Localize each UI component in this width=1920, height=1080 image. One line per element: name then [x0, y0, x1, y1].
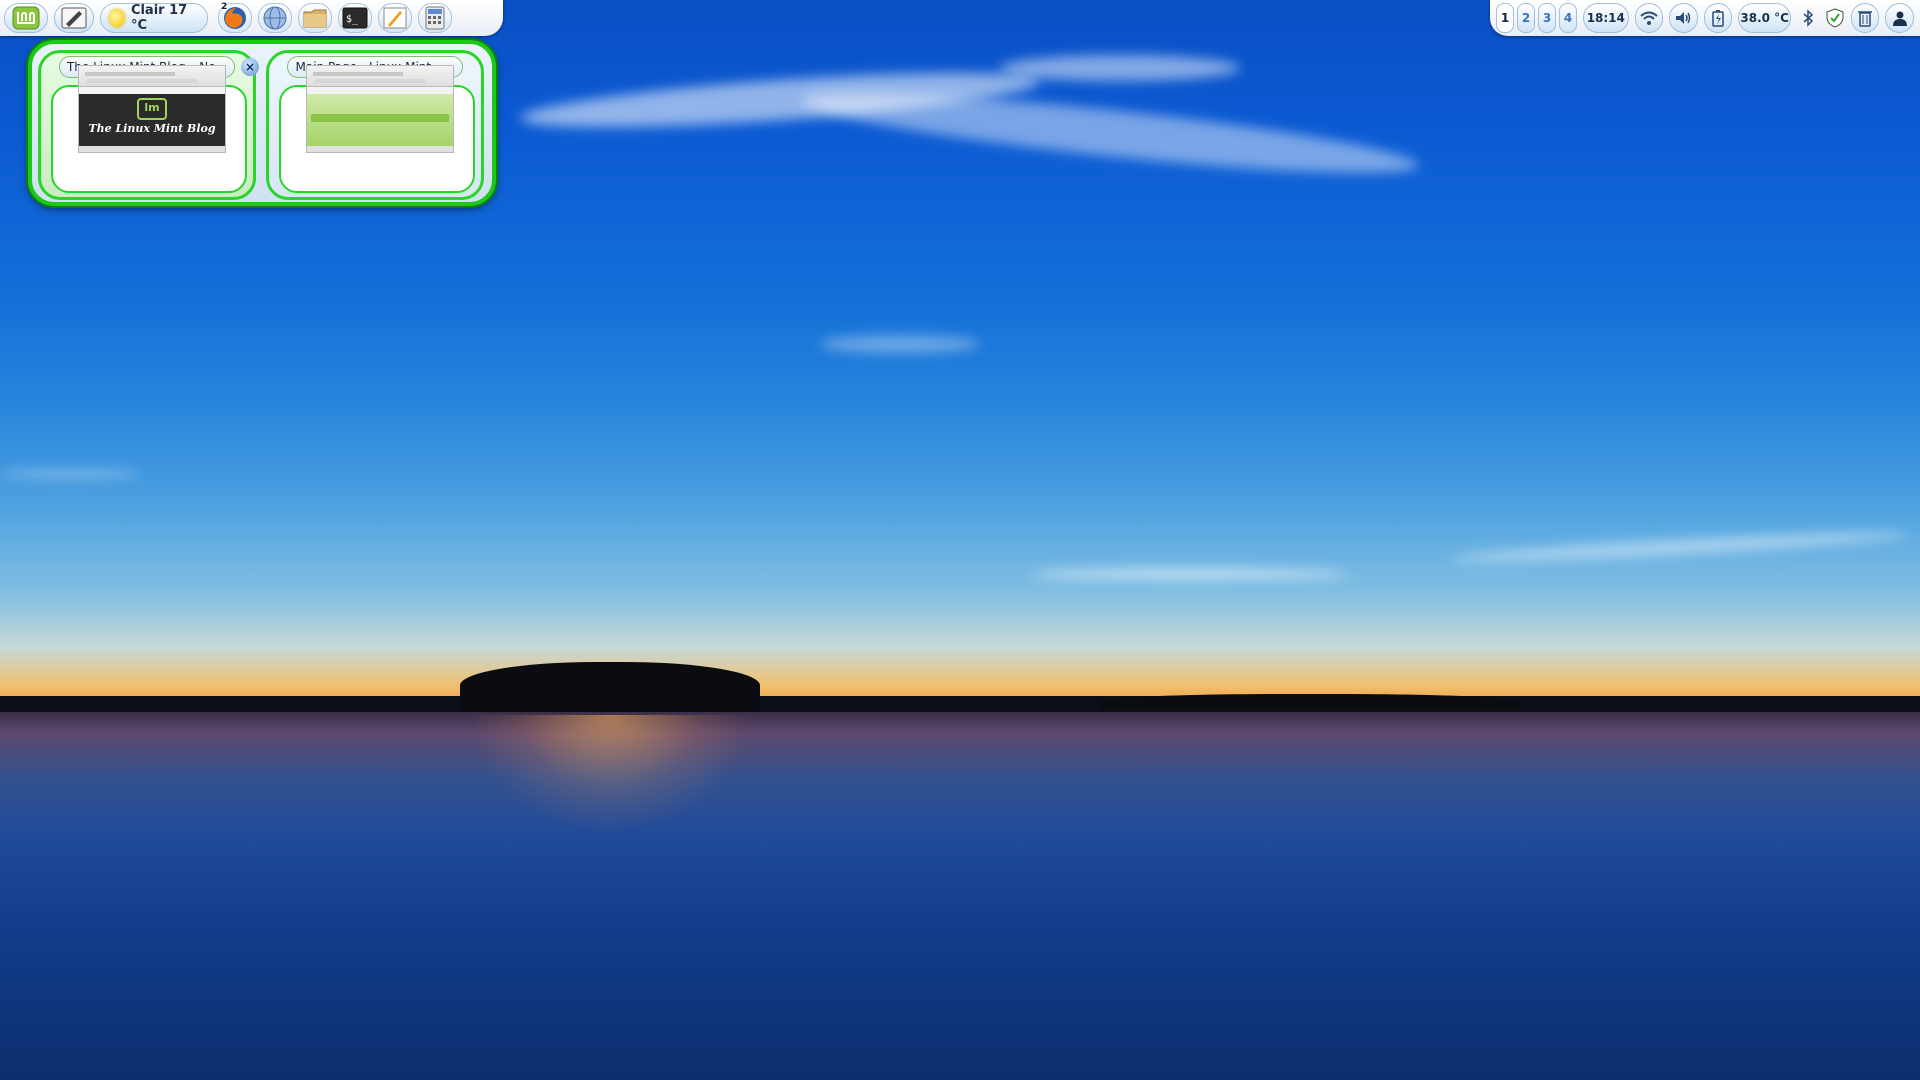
calculator-icon	[425, 6, 445, 30]
volume-button[interactable]	[1669, 3, 1698, 33]
workspace-4-button[interactable]: 4	[1559, 3, 1577, 33]
workspace-2-button[interactable]: 2	[1517, 3, 1535, 33]
terminal-launcher[interactable]: $_	[338, 3, 372, 33]
file-manager-launcher[interactable]	[298, 3, 332, 33]
pencil-icon	[383, 7, 407, 29]
window-thumbnail[interactable]: lm The Linux Mint Blog	[78, 65, 226, 153]
sun-icon	[109, 9, 125, 27]
top-panel-right: 1 2 3 4 18:14 38.0 °C	[1490, 0, 1920, 36]
close-window-button[interactable]: ×	[241, 58, 259, 76]
update-manager-button[interactable]	[1824, 3, 1845, 33]
wifi-icon	[1640, 11, 1658, 25]
mint-logo-icon	[12, 6, 40, 30]
thumbnail-toolbar	[79, 66, 225, 87]
window-count-badge: 2	[221, 2, 228, 12]
trash-icon	[1858, 11, 1873, 27]
thumbnail-blog-banner: lm The Linux Mint Blog	[79, 94, 225, 146]
user-menu-button[interactable]	[1885, 3, 1914, 33]
text-editor-launcher[interactable]	[54, 3, 94, 33]
taskbar-launchers: 2 $_	[214, 2, 456, 33]
bluetooth-button[interactable]	[1797, 3, 1818, 33]
thumbnail-heading: The Linux Mint Blog	[88, 122, 216, 135]
temperature-sensor[interactable]: 38.0 °C	[1738, 3, 1792, 33]
shield-icon	[1826, 8, 1844, 28]
network-button[interactable]	[1634, 3, 1664, 33]
window-preview-popup: The Linux Mint Blog – Ne... × lm The Lin…	[28, 40, 496, 206]
weather-text: Clair 17 °C	[130, 3, 188, 33]
workspace-switcher: 1 2 3 4	[1496, 3, 1577, 33]
clock[interactable]: 18:14	[1583, 3, 1629, 33]
power-button[interactable]	[1703, 3, 1733, 33]
thumbnail-nav-bar	[311, 114, 449, 122]
thumbnail-footer	[307, 146, 453, 152]
volume-icon	[1676, 12, 1691, 24]
weather-applet[interactable]: Clair 17 °C	[100, 3, 208, 33]
window-thumbnail[interactable]	[306, 65, 454, 153]
workspace-1-button[interactable]: 1	[1496, 3, 1514, 33]
mint-menu-button[interactable]	[4, 3, 48, 33]
window-preview-mint-blog[interactable]: The Linux Mint Blog – Ne... × lm The Lin…	[38, 50, 259, 200]
thumbnail-wiki-banner	[307, 94, 453, 146]
firefox-launcher[interactable]: 2	[218, 2, 252, 33]
terminal-icon: $_	[342, 7, 368, 29]
user-icon	[1892, 11, 1907, 26]
thumbnail-footer	[79, 146, 225, 152]
thumbnail-toolbar	[307, 66, 453, 87]
workspace-3-button[interactable]: 3	[1538, 3, 1556, 33]
folder-icon	[303, 9, 327, 28]
battery-icon	[1712, 10, 1724, 27]
calculator-launcher[interactable]	[418, 3, 452, 33]
top-panel-left: Clair 17 °C 2 $_	[0, 0, 503, 36]
bluetooth-icon	[1803, 9, 1813, 27]
edit-icon	[61, 7, 87, 29]
globe-icon	[263, 6, 287, 30]
window-preview-wiki[interactable]: Main Page - Linux Mint - ...	[266, 50, 484, 200]
trash-button[interactable]	[1850, 3, 1880, 33]
svg-text:$_: $_	[346, 14, 359, 25]
mint-logo-icon: lm	[137, 98, 167, 120]
web-browser-launcher[interactable]	[258, 3, 292, 33]
notes-launcher[interactable]	[378, 3, 412, 33]
